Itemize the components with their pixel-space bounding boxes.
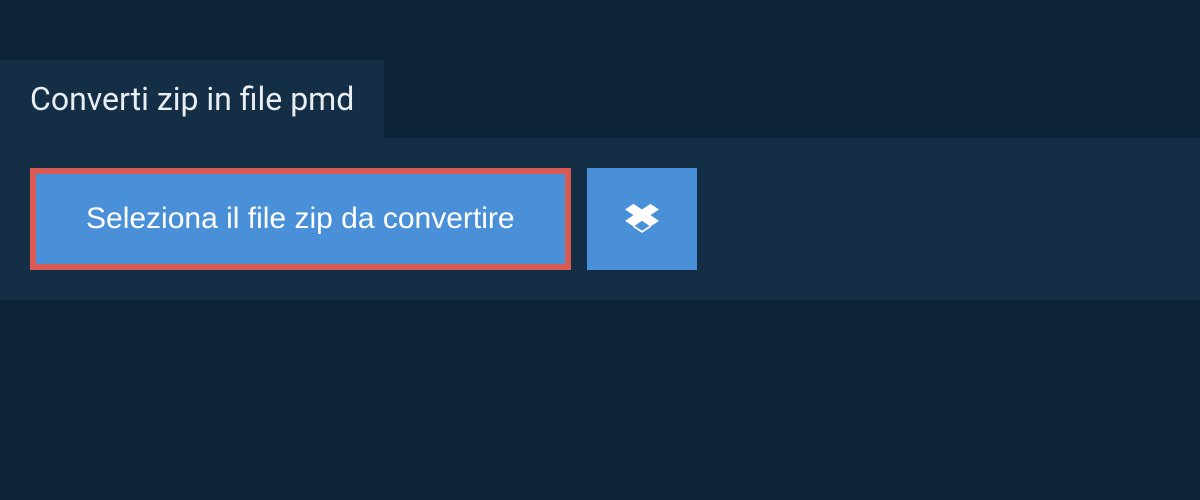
page-title: Converti zip in file pmd (30, 80, 354, 118)
select-file-button[interactable]: Seleziona il file zip da convertire (36, 174, 565, 264)
tab-header: Converti zip in file pmd (0, 60, 384, 138)
converter-panel: Seleziona il file zip da convertire (0, 138, 1200, 300)
select-file-highlight: Seleziona il file zip da convertire (30, 168, 571, 270)
dropbox-icon (625, 201, 659, 238)
dropbox-button[interactable] (587, 168, 697, 270)
action-row: Seleziona il file zip da convertire (30, 168, 1170, 270)
